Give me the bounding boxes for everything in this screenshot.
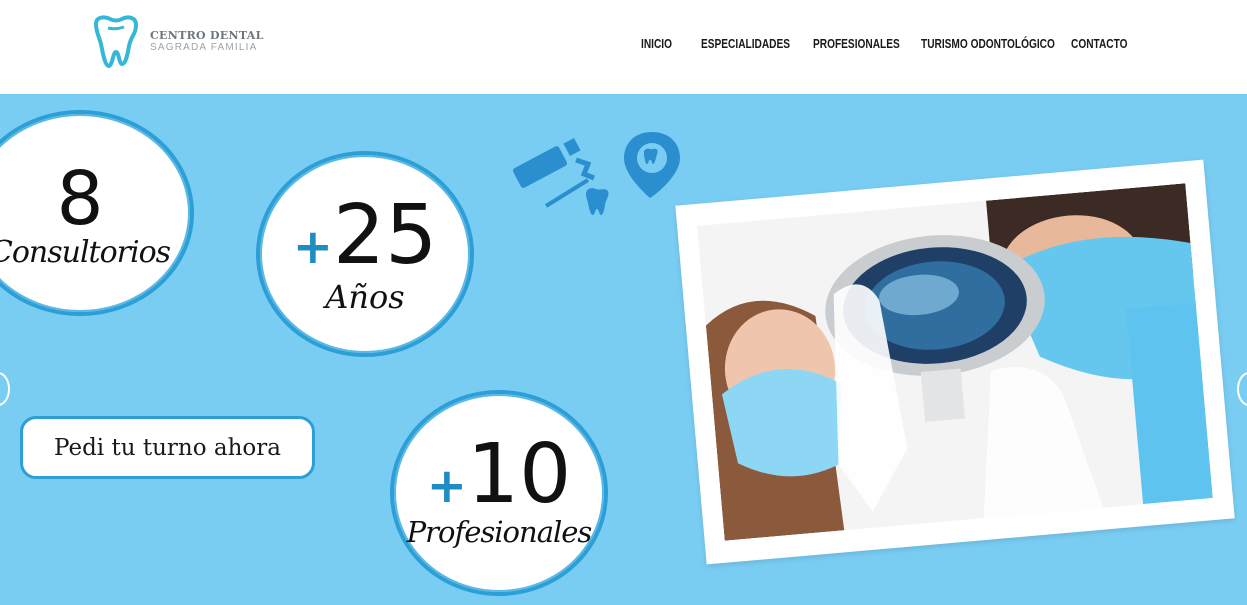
stat-value: 8	[56, 156, 104, 242]
hero-slider: 8 Consultorios +25 Años +10 Profesionale…	[0, 94, 1247, 605]
stat-number: +10	[394, 434, 604, 516]
brand-subname: SAGRADA FAMILIA	[150, 42, 258, 53]
nav-contacto[interactable]: CONTACTO	[1071, 36, 1128, 51]
plus-sign: +	[292, 219, 333, 275]
dentists-illustration	[697, 183, 1213, 541]
book-appointment-button[interactable]: Pedi tu turno ahora	[20, 416, 315, 479]
dentists-photo	[697, 183, 1213, 541]
stat-number: 8	[0, 162, 190, 236]
dental-icons-group	[512, 132, 680, 215]
chevron-right-icon[interactable]	[1237, 372, 1247, 406]
tooth-logo-icon	[93, 15, 139, 69]
nav-profesionales[interactable]: PROFESIONALES	[813, 36, 900, 51]
stat-number: +25	[260, 195, 470, 277]
stat-label: Años	[325, 278, 405, 316]
stat-anos: +25 Años	[256, 151, 474, 357]
stat-label: Consultorios	[0, 235, 171, 270]
brand-logo[interactable]: CENTRO DENTAL SAGRADA FAMILIA	[88, 14, 268, 70]
stat-value: 10	[466, 427, 572, 522]
photo-frame	[675, 159, 1235, 565]
tooth-location-pin-icon	[624, 132, 680, 198]
chevron-left-icon[interactable]	[0, 372, 10, 406]
site-header: CENTRO DENTAL SAGRADA FAMILIA INICIO ESP…	[0, 0, 1247, 94]
toothpaste-icon	[512, 138, 595, 208]
nav-especialidades[interactable]: ESPECIALIDADES	[701, 36, 790, 51]
nav-inicio[interactable]: INICIO	[641, 36, 688, 51]
tooth-icon	[586, 188, 609, 215]
plus-sign: +	[426, 458, 467, 514]
stat-consultorios: 8 Consultorios	[0, 110, 194, 316]
stat-value: 25	[332, 188, 438, 283]
main-nav: INICIO ESPECIALIDADES PROFESIONALES TURI…	[641, 36, 1141, 51]
brand-name: CENTRO DENTAL	[150, 29, 264, 42]
stat-label: Profesionales	[406, 515, 593, 549]
nav-turismo-odontologico[interactable]: TURISMO ODONTOLÓGICO	[921, 36, 1055, 51]
stat-profesionales: +10 Profesionales	[390, 390, 608, 596]
